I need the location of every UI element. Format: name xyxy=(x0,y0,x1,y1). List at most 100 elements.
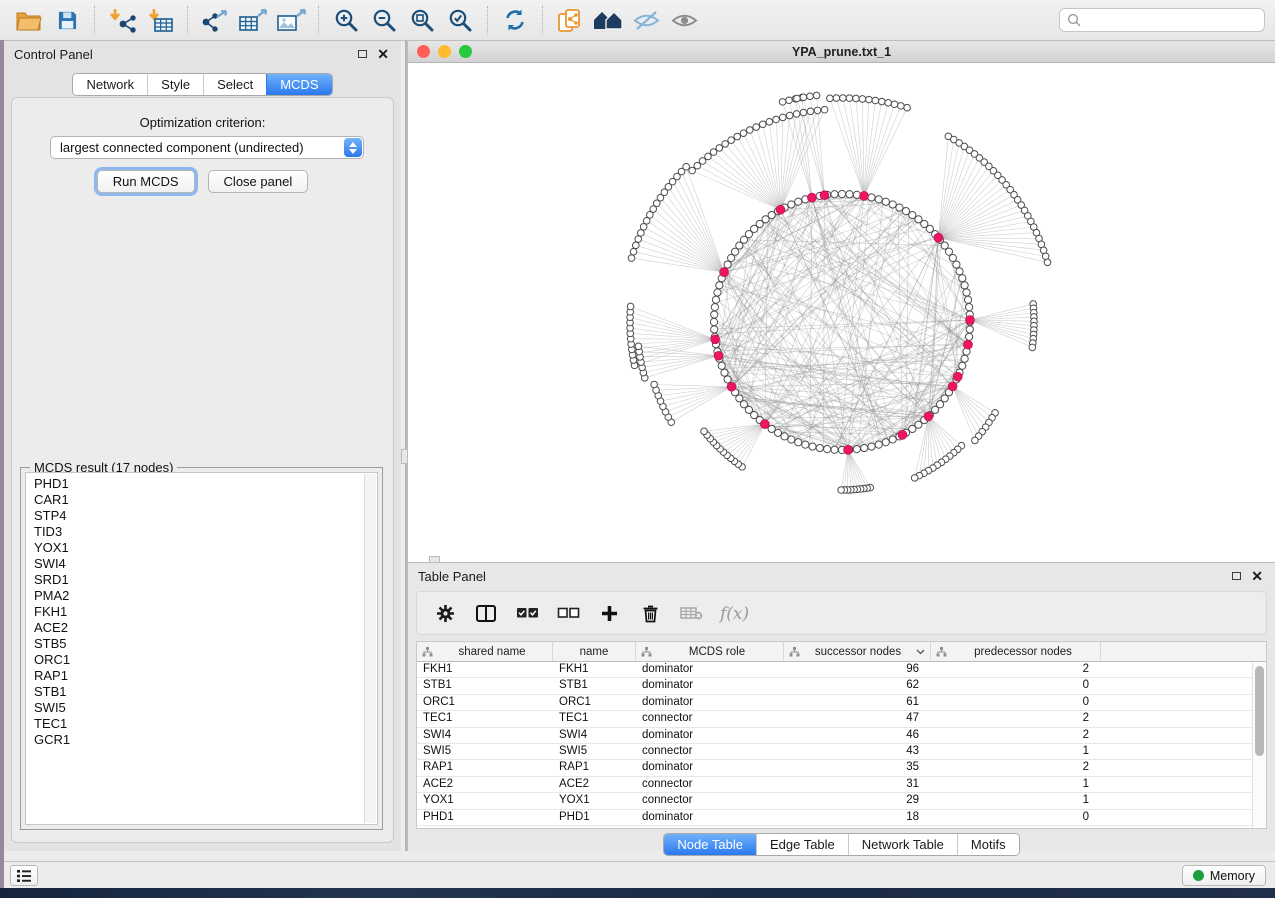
cell-shared-name: RAP1 xyxy=(417,760,553,775)
table-row[interactable]: RAP1RAP1dominator352 xyxy=(417,760,1252,776)
close-panel-button[interactable]: Close panel xyxy=(208,170,309,193)
zoom-fit-button[interactable] xyxy=(403,3,441,37)
export-network-icon xyxy=(200,8,230,33)
select-all-rows-button[interactable] xyxy=(512,597,542,629)
zoom-selected-icon xyxy=(448,8,473,33)
table-row[interactable]: TEC1TEC1connector472 xyxy=(417,711,1252,727)
table-row[interactable]: ACE2ACE2connector311 xyxy=(417,777,1252,793)
tab-network[interactable]: Network xyxy=(73,74,147,95)
mcds-result-item[interactable]: TEC1 xyxy=(34,716,377,732)
network-canvas[interactable] xyxy=(408,63,1275,562)
zoom-out-button[interactable] xyxy=(365,3,403,37)
zoom-in-button[interactable] xyxy=(327,3,365,37)
import-table-button[interactable] xyxy=(141,3,179,37)
table-body: FKH1FKH1dominator962STB1STB1dominator620… xyxy=(417,662,1252,828)
apply-function-button[interactable]: f(x) xyxy=(717,597,757,629)
zoom-selected-button[interactable] xyxy=(441,3,479,37)
network-node xyxy=(627,303,634,310)
cell-successor-nodes: 29 xyxy=(784,793,931,808)
network-node xyxy=(694,162,701,169)
mcds-result-list[interactable]: PHD1CAR1STP4TID3YOX1SWI4SRD1PMA2FKH1ACE2… xyxy=(25,472,378,825)
optimization-criterion-select[interactable]: largest connected component (undirected) xyxy=(50,136,364,159)
table-row[interactable]: SWI4SWI4dominator462 xyxy=(417,728,1252,744)
tab-select[interactable]: Select xyxy=(203,74,266,95)
search-input[interactable] xyxy=(1059,8,1265,32)
mcds-result-item[interactable]: SRD1 xyxy=(34,572,377,588)
mcds-result-item[interactable]: STB1 xyxy=(34,684,377,700)
run-mcds-button[interactable]: Run MCDS xyxy=(97,170,195,193)
table-row[interactable]: PHD1PHD1dominator180 xyxy=(417,810,1252,826)
open-session-button[interactable] xyxy=(10,3,48,37)
cell-successor-nodes: 61 xyxy=(784,695,931,710)
tab-edge-table[interactable]: Edge Table xyxy=(756,834,848,855)
import-network-button[interactable] xyxy=(103,3,141,37)
cell-name: PHD1 xyxy=(553,810,636,825)
table-row[interactable]: STB1STB1dominator620 xyxy=(417,678,1252,694)
column-header-name[interactable]: name xyxy=(553,642,636,661)
save-session-button[interactable] xyxy=(48,3,86,37)
tab-mcds[interactable]: MCDS xyxy=(266,74,331,95)
mcds-result-item[interactable]: RAP1 xyxy=(34,668,377,684)
delete-table-button[interactable] xyxy=(676,597,706,629)
mcds-panel: Optimization criterion: largest connecte… xyxy=(11,97,394,843)
network-node xyxy=(802,441,809,448)
mcds-result-item[interactable]: CAR1 xyxy=(34,492,377,508)
column-header-shared-name[interactable]: shared name xyxy=(417,642,553,661)
hide-selected-button[interactable] xyxy=(627,3,665,37)
delete-columns-button[interactable] xyxy=(635,597,665,629)
column-header-predecessor-nodes[interactable]: predecessor nodes xyxy=(931,642,1101,661)
tab-node-table[interactable]: Node Table xyxy=(664,834,756,855)
mcds-result-item[interactable]: PMA2 xyxy=(34,588,377,604)
table-row[interactable]: SWI5SWI5connector431 xyxy=(417,744,1252,760)
show-columns-button[interactable] xyxy=(471,597,501,629)
close-panel-icon[interactable]: ✕ xyxy=(1251,571,1263,581)
network-node xyxy=(827,95,834,102)
memory-button[interactable]: Memory xyxy=(1182,865,1266,886)
first-neighbors-button[interactable] xyxy=(589,3,627,37)
tab-motifs[interactable]: Motifs xyxy=(957,834,1019,855)
table-toolbar: f(x) xyxy=(416,591,1267,635)
table-scrollbar[interactable] xyxy=(1252,662,1266,828)
network-node xyxy=(959,275,966,282)
table-row[interactable]: ORC1ORC1dominator610 xyxy=(417,695,1252,711)
export-image-button[interactable] xyxy=(272,3,310,37)
network-node xyxy=(838,487,845,494)
tab-style[interactable]: Style xyxy=(147,74,203,95)
column-header-mcds-role[interactable]: MCDS role xyxy=(636,642,784,661)
float-panel-icon[interactable] xyxy=(1232,572,1241,580)
mcds-result-item[interactable]: FKH1 xyxy=(34,604,377,620)
create-column-button[interactable] xyxy=(594,597,624,629)
table-row[interactable]: FKH1FKH1dominator962 xyxy=(417,662,1252,678)
mcds-list-scrollbar[interactable] xyxy=(364,474,376,823)
mcds-result-item[interactable]: PHD1 xyxy=(34,476,377,492)
export-network-button[interactable] xyxy=(196,3,234,37)
clear-selection-button[interactable] xyxy=(553,597,583,629)
mcds-result-item[interactable]: STB5 xyxy=(34,636,377,652)
table-scrollbar-thumb[interactable] xyxy=(1255,666,1264,756)
mcds-result-item[interactable]: SWI4 xyxy=(34,556,377,572)
column-header-successor-nodes[interactable]: successor nodes xyxy=(784,642,931,661)
mcds-result-item[interactable]: GCR1 xyxy=(34,732,377,748)
show-all-button[interactable] xyxy=(665,3,703,37)
mcds-hub-node xyxy=(966,316,975,325)
mcds-result-item[interactable]: TID3 xyxy=(34,524,377,540)
network-graph[interactable] xyxy=(408,63,1275,562)
refresh-view-button[interactable] xyxy=(496,3,534,37)
mcds-result-item[interactable]: ACE2 xyxy=(34,620,377,636)
table-row[interactable]: YOX1YOX1connector291 xyxy=(417,793,1252,809)
horizontal-splitter-grip[interactable] xyxy=(429,556,440,563)
duplicate-network-button[interactable] xyxy=(551,3,589,37)
main-toolbar xyxy=(0,0,1275,41)
float-panel-icon[interactable] xyxy=(358,50,367,58)
mcds-result-item[interactable]: SWI5 xyxy=(34,700,377,716)
status-menu-button[interactable] xyxy=(10,865,38,886)
mcds-result-item[interactable]: STP4 xyxy=(34,508,377,524)
network-node xyxy=(853,446,860,453)
mcds-result-item[interactable]: YOX1 xyxy=(34,540,377,556)
network-node xyxy=(712,296,719,303)
export-table-button[interactable] xyxy=(234,3,272,37)
close-panel-icon[interactable]: ✕ xyxy=(377,49,389,59)
table-options-button[interactable] xyxy=(430,597,460,629)
tab-network-table[interactable]: Network Table xyxy=(848,834,957,855)
mcds-result-item[interactable]: ORC1 xyxy=(34,652,377,668)
